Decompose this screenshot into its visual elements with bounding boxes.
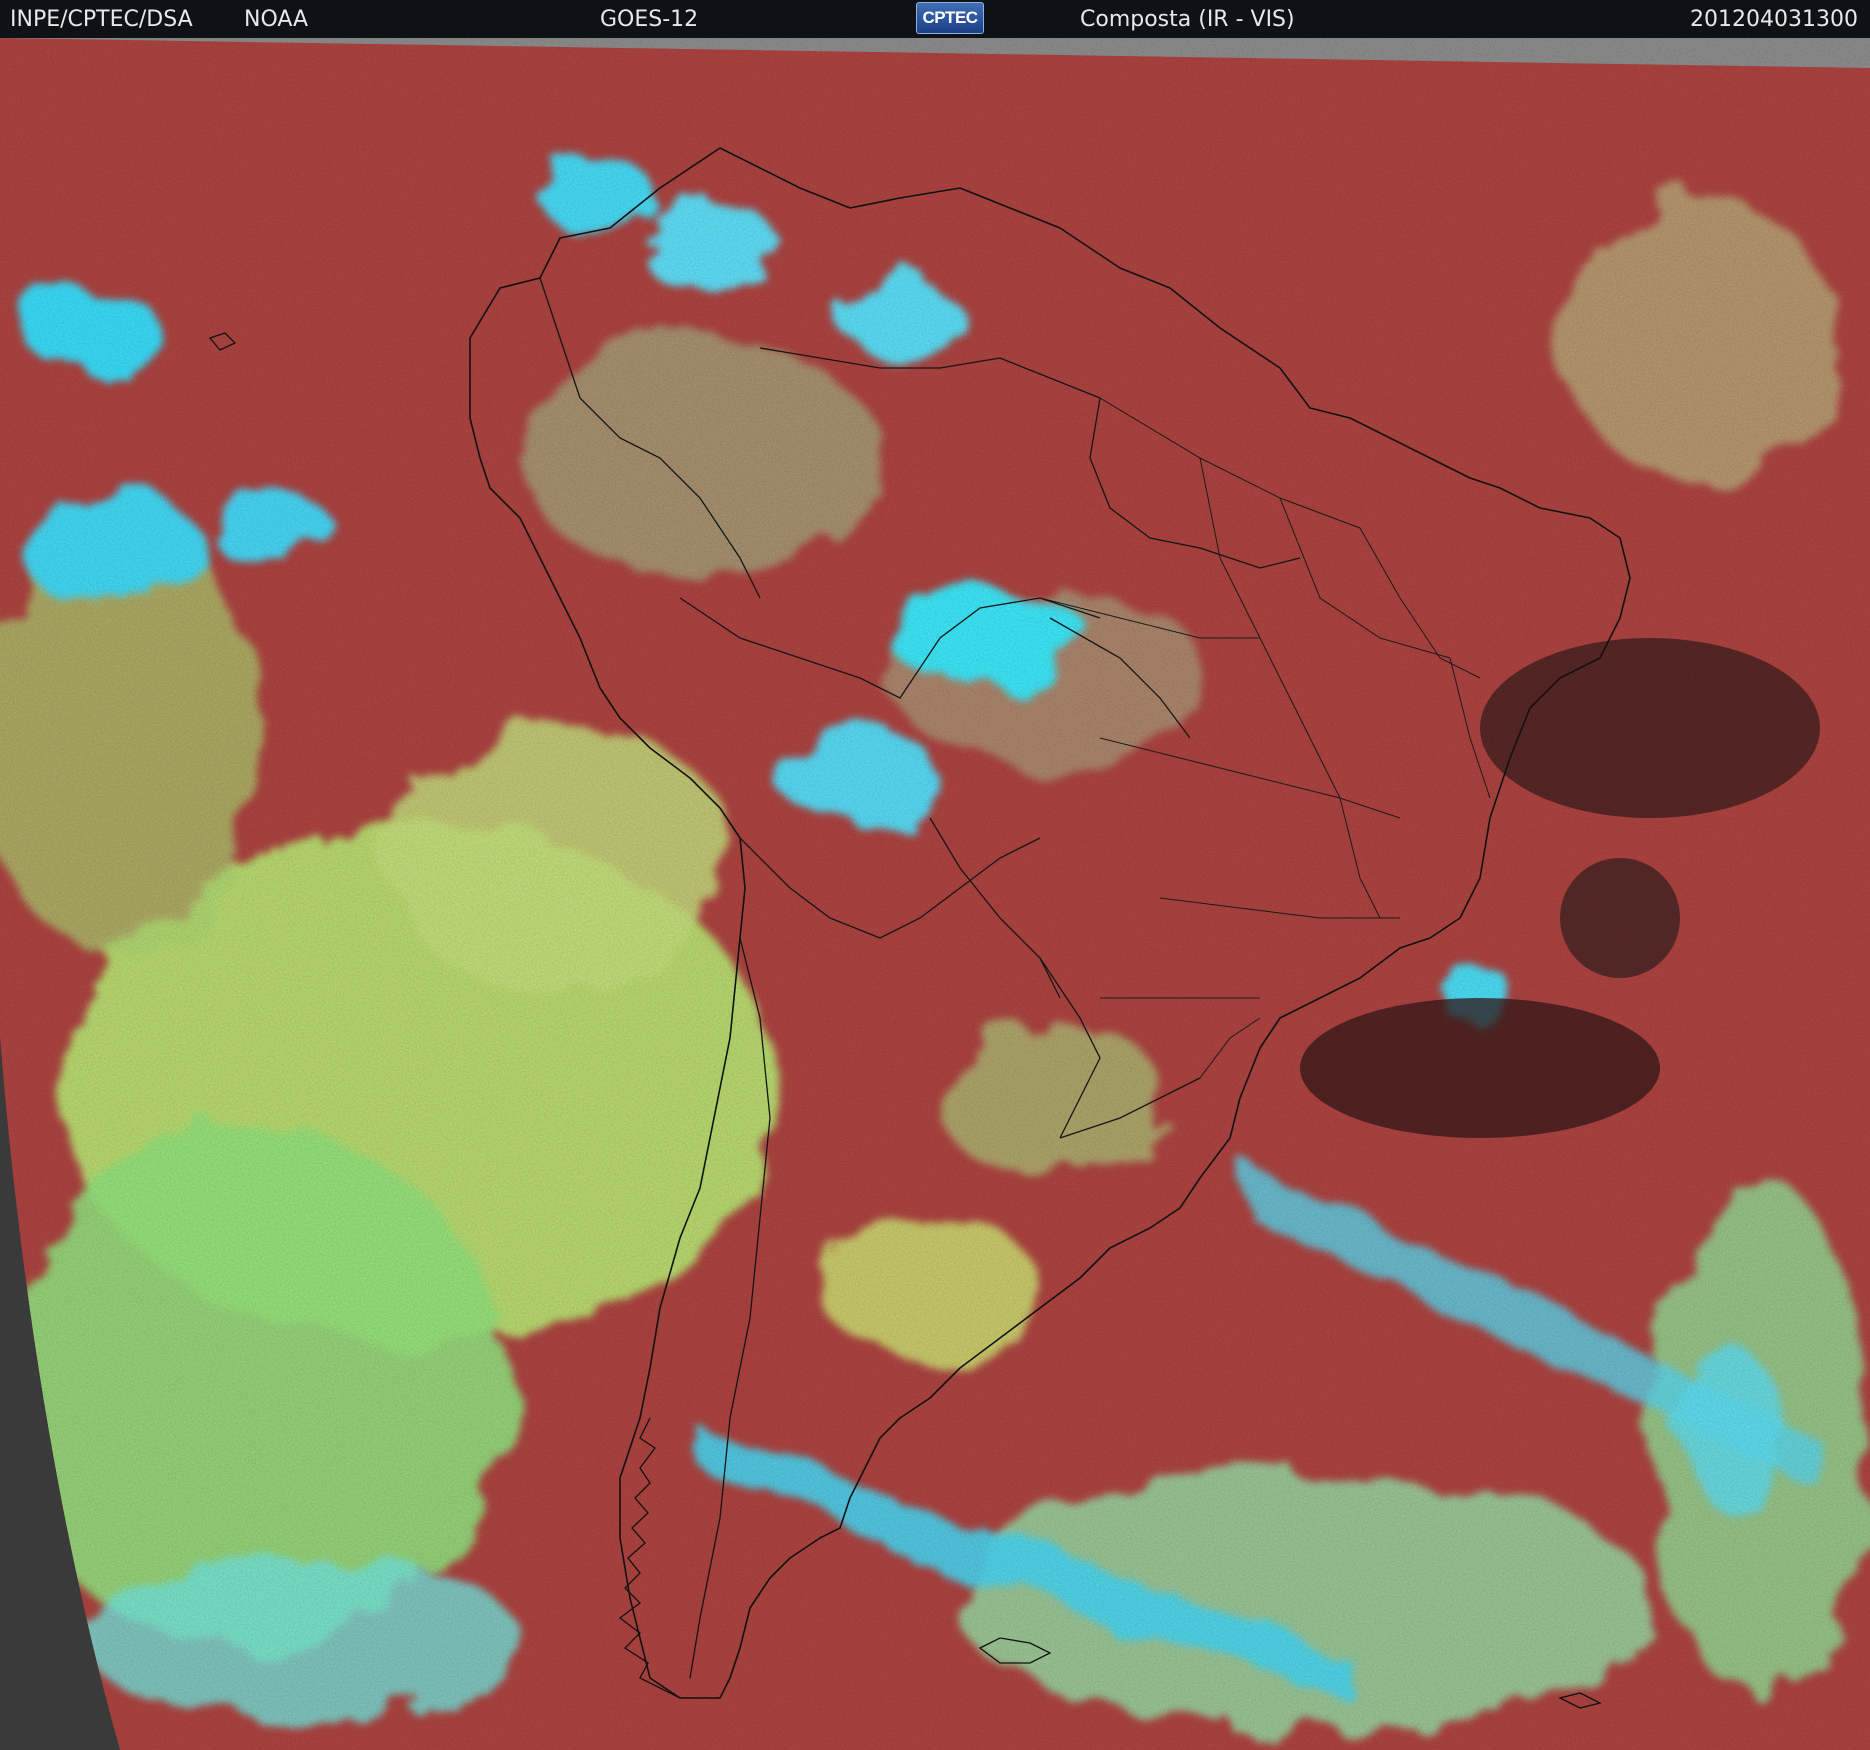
timestamp-label: 201204031300 xyxy=(1690,7,1858,32)
texture-overlay xyxy=(0,38,1870,1750)
product-label: Composta (IR - VIS) xyxy=(1080,7,1295,32)
agency-label: INPE/CPTEC/DSA xyxy=(10,7,193,32)
satellite-composite-map xyxy=(0,38,1870,1750)
source-label: NOAA xyxy=(244,7,309,32)
map-canvas xyxy=(0,38,1870,1750)
cptec-logo: CPTEC xyxy=(916,2,984,34)
satellite-label: GOES-12 xyxy=(600,7,699,32)
image-header-bar: INPE/CPTEC/DSA NOAA GOES-12 CPTEC Compos… xyxy=(0,0,1870,38)
